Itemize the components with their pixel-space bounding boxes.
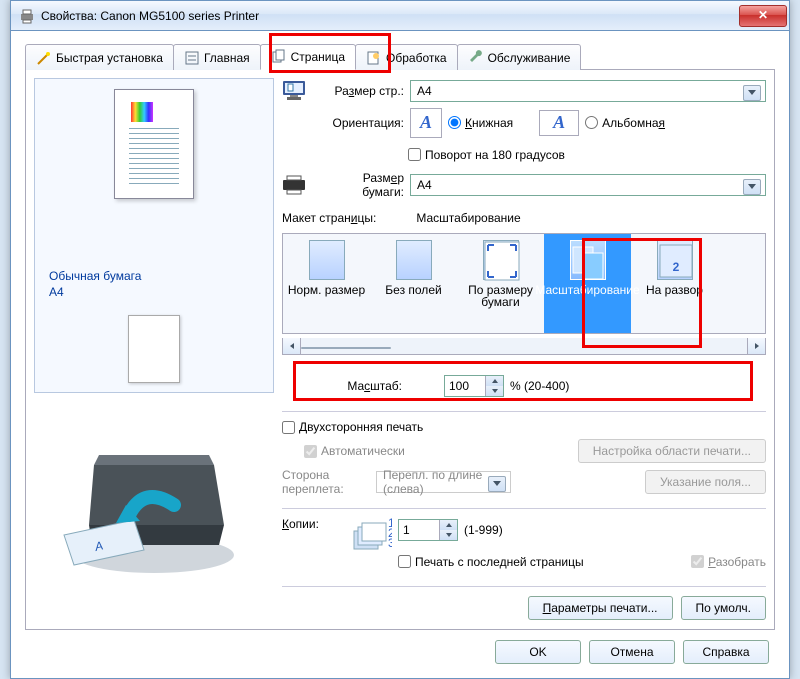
tab-content: Обычная бумага A4 A [25,70,775,630]
layout-normal[interactable]: Норм. размер [283,234,370,332]
copies-spinner[interactable] [398,519,458,541]
fit-icon [483,240,519,280]
spread-icon: 2 [657,240,693,280]
layout-scaled[interactable]: Масштабирование [544,234,631,332]
svg-text:3: 3 [388,536,392,550]
left-panel: Обычная бумага A4 A [34,78,274,621]
scaling-input[interactable] [445,376,485,396]
spin-down[interactable] [440,530,457,540]
chevron-down-icon [493,481,501,486]
collate-checkbox: Разобрать [691,555,766,569]
tab-strip: Быстрая установка Главная Страница Обраб… [25,43,775,70]
copies-label: Копии: [282,517,342,531]
tab-page-setup[interactable]: Страница [260,44,356,70]
tab-maintenance[interactable]: Обслуживание [457,44,582,70]
scaling-spinner[interactable] [444,375,504,397]
scaling-range: % (20-400) [510,379,569,393]
scale-icon [570,240,606,280]
ok-button[interactable]: OK [495,640,581,664]
copies-input[interactable] [399,520,439,540]
defaults-button[interactable]: По умолч. [681,596,766,620]
layout-spread[interactable]: 2На развор [631,234,718,332]
dialog-footer: OK Отмена Справка [25,630,775,664]
print-from-last-checkbox[interactable]: Печать с последней страницы [398,555,584,569]
scroll-thumb[interactable] [301,347,391,349]
cancel-button[interactable]: Отмена [589,640,675,664]
copies-range: (1-999) [464,523,503,537]
printer-small-icon [282,174,306,196]
chevron-down-icon [748,184,756,189]
print-params-button[interactable]: Параметры печати... [528,596,673,620]
chevron-down-icon [748,90,756,95]
portrait-icon: A [410,108,442,138]
output-size-label: Размербумаги: [312,171,404,199]
scaling-label: Масштаб: [282,379,402,393]
scroll-left-button[interactable] [283,338,301,355]
margin-button: Указание поля... [645,470,766,494]
duplex-checkbox[interactable]: Двухсторонняя печать [282,420,766,434]
orientation-label: Ориентация: [312,116,404,130]
close-button[interactable]: ✕ [739,5,787,27]
orientation-portrait-radio[interactable]: Книжная [448,116,513,130]
page-size-label: Размер стр.: [312,84,404,98]
pages-icon [271,49,287,65]
collate-icon: 123 [348,517,392,557]
printer-icon [19,8,35,24]
monitor-icon [282,80,306,102]
tab-effects[interactable]: Обработка [355,44,458,70]
tab-main[interactable]: Главная [173,44,261,70]
landscape-icon: A [539,110,579,136]
right-panel: Размер стр.: A4 Ориентация: A Книжная A … [274,78,766,621]
preview-box: Обычная бумага A4 [34,78,274,393]
layout-scrollbar[interactable] [282,338,766,356]
help-button[interactable]: Справка [683,640,769,664]
printer-illustration: A [34,405,274,595]
tab-quick-setup[interactable]: Быстрая установка [25,44,174,70]
scroll-right-button[interactable] [747,338,765,355]
printer-properties-window: Свойства: Canon MG5100 series Printer ✕ … [10,0,790,679]
auto-duplex-checkbox: Автоматически [304,444,405,458]
page-preview [114,89,194,199]
layout-label: Макет страницы: [282,211,376,225]
layout-carousel: Норм. размер Без полей По размеру бумаги… [282,233,766,333]
binding-side-combo: Перепл. по длине (слева) [376,471,511,493]
output-size-combo[interactable]: A4 [410,174,766,196]
sliders-icon [184,50,200,66]
orientation-landscape-radio[interactable]: Альбомная [585,116,665,130]
paper-type-label: Обычная бумага [45,269,263,283]
page-size-combo[interactable]: A4 [410,80,766,102]
window-title: Свойства: Canon MG5100 series Printer [41,9,739,23]
wand-icon [36,50,52,66]
paper-size-label: A4 [45,285,263,299]
spin-up[interactable] [440,520,457,530]
binding-side-label: Сторона переплета: [282,468,370,496]
output-preview [128,315,180,383]
titlebar: Свойства: Canon MG5100 series Printer ✕ [11,1,789,31]
layout-borderless[interactable]: Без полей [370,234,457,332]
spin-up[interactable] [486,376,503,386]
layout-current: Масштабирование [416,211,520,225]
spin-down[interactable] [486,386,503,396]
layout-fit-to-page[interactable]: По размеру бумаги [457,234,544,332]
wrench-icon [468,50,484,66]
rotate-180-checkbox[interactable]: Поворот на 180 градусов [408,148,565,162]
svg-text:2: 2 [672,260,679,274]
effects-icon [366,50,382,66]
print-area-button: Настройка области печати... [578,439,766,463]
